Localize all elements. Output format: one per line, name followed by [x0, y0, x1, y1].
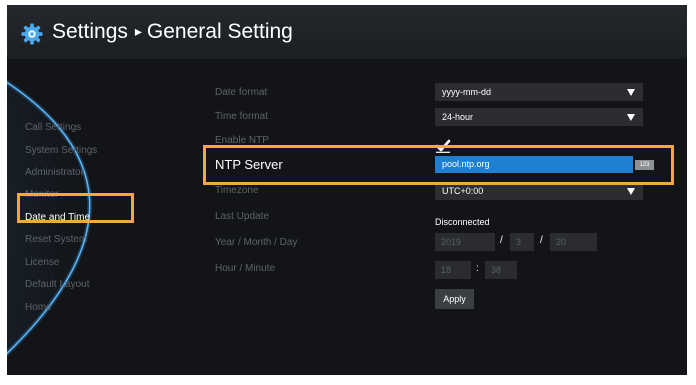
time-separator: :: [476, 263, 479, 274]
dropdown-arrow-icon: [627, 114, 635, 121]
sidebar-item-default-layout[interactable]: Default Layout: [25, 279, 90, 290]
time-format-label: Time format: [215, 111, 268, 122]
page-title: Settings ▸ General Setting: [52, 20, 293, 44]
title-current: General Setting: [146, 20, 293, 43]
highlight-ntp-server: [203, 145, 674, 185]
sidebar-item-system-settings[interactable]: System Settings: [25, 145, 97, 156]
time-format-dropdown[interactable]: 24-hour: [435, 108, 643, 126]
sidebar-item-home[interactable]: Home: [25, 302, 52, 313]
date-format-value: yyyy-mm-dd: [442, 87, 491, 97]
year-field[interactable]: 2019: [435, 233, 495, 251]
timezone-value: UTC+0:00: [442, 186, 484, 196]
sidebar-item-call-settings[interactable]: Call Settings: [25, 122, 81, 133]
timezone-label: Timezone: [215, 185, 259, 196]
date-separator: /: [500, 235, 503, 246]
date-label: Year / Month / Day: [215, 237, 298, 248]
title-root: Settings: [52, 20, 128, 43]
date-format-label: Date format: [215, 87, 268, 98]
time-format-value: 24-hour: [442, 112, 474, 122]
time-label: Hour / Minute: [215, 263, 276, 274]
sidebar-item-reset-system[interactable]: Reset System: [25, 234, 87, 245]
date-separator: /: [540, 235, 543, 246]
gear-icon: [21, 23, 43, 45]
header-bar: Settings ▸ General Setting: [7, 5, 687, 59]
date-format-dropdown[interactable]: yyyy-mm-dd: [435, 83, 643, 101]
month-field[interactable]: 3: [510, 233, 534, 251]
minute-field[interactable]: 38: [485, 261, 517, 279]
sidebar-item-license[interactable]: License: [25, 257, 59, 268]
dropdown-arrow-icon: [627, 188, 635, 195]
hour-field[interactable]: 18: [435, 261, 471, 279]
settings-screen: Settings ▸ General Setting Call Settings S…: [7, 5, 687, 375]
highlight-date-and-time: [17, 193, 134, 223]
day-field[interactable]: 20: [550, 233, 597, 251]
last-update-value: Disconnected: [435, 217, 490, 227]
dropdown-arrow-icon: [627, 89, 635, 96]
sidebar-item-administrator[interactable]: Administrator: [25, 167, 84, 178]
last-update-label: Last Update: [215, 211, 269, 222]
apply-button[interactable]: Apply: [435, 289, 474, 309]
breadcrumb-arrow-icon: ▸: [134, 23, 142, 39]
